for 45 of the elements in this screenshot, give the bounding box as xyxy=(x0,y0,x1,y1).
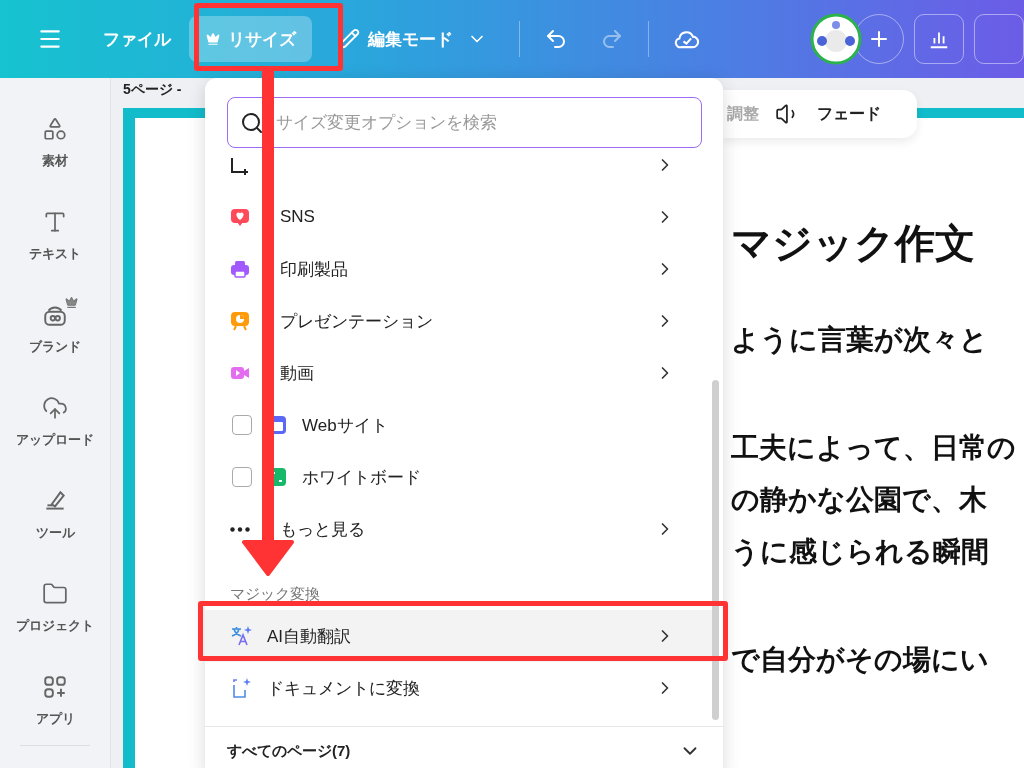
checkbox[interactable] xyxy=(232,415,252,435)
document-text-line: うに感じられる瞬間 xyxy=(731,535,990,569)
menu-item-label: 印刷製品 xyxy=(280,258,349,281)
page-label: 5ページ - xyxy=(123,80,183,99)
scrollbar-thumb[interactable] xyxy=(712,380,719,720)
sidebar-item[interactable]: プロジェクト xyxy=(5,561,105,654)
menu-item-label: SNS xyxy=(280,207,316,227)
sidebar-item[interactable]: 素材 xyxy=(5,96,105,189)
menu-item[interactable]: ドキュメントに変換 xyxy=(205,662,713,714)
search-icon xyxy=(240,110,264,135)
section-title: マジック変換 xyxy=(229,584,321,604)
translate-icon xyxy=(230,625,252,647)
sidebar-item[interactable]: アプリ xyxy=(5,654,105,747)
menu-item[interactable]: もっと見る xyxy=(205,503,713,555)
sidebar-item[interactable]: テキスト xyxy=(5,189,105,282)
avatar[interactable] xyxy=(810,13,862,65)
menu-item-label: プレゼンテーション xyxy=(280,310,434,333)
sidebar-item[interactable]: ツール xyxy=(5,468,105,561)
document-text-line: の静かな公園で、木 xyxy=(731,483,988,517)
document-sparkle-icon xyxy=(230,677,252,699)
apps-grid-icon xyxy=(42,673,68,700)
toolbar-button[interactable] xyxy=(974,14,1024,64)
menu-item-label: AI自動翻訳 xyxy=(267,625,353,648)
menu-item[interactable]: 動画 xyxy=(205,347,713,399)
menu-item-label: ホワイトボード xyxy=(302,466,422,489)
more-icon xyxy=(230,526,250,532)
pages-selector[interactable]: すべてのページ(7) xyxy=(205,726,723,768)
folder-icon xyxy=(42,580,68,607)
search-field[interactable]: サイズ変更オプションを検索 xyxy=(227,97,702,148)
checkbox[interactable] xyxy=(232,467,252,487)
shapes-icon xyxy=(42,115,68,142)
menu-item-label: ドキュメントに変換 xyxy=(267,677,421,700)
cloud-upload-icon xyxy=(42,394,68,421)
document-text-line: 工夫によって、日常の xyxy=(731,431,1017,465)
analytics-button[interactable] xyxy=(914,14,964,64)
document-text-line: で自分がその場にい xyxy=(731,643,990,677)
sidebar-item[interactable]: アップロード xyxy=(5,375,105,468)
menu-item-label: 動画 xyxy=(280,362,315,385)
menu-item-label: もっと見る xyxy=(280,518,366,541)
document-text-line: ように言葉が次々と xyxy=(731,323,989,357)
menu-item-label: Webサイト xyxy=(302,414,389,437)
document-heading: マジック作文 xyxy=(731,220,976,267)
resize-icon xyxy=(230,155,250,175)
fade-button[interactable]: フェード xyxy=(817,103,881,125)
sidebar-item[interactable]: ブランド xyxy=(5,282,105,375)
